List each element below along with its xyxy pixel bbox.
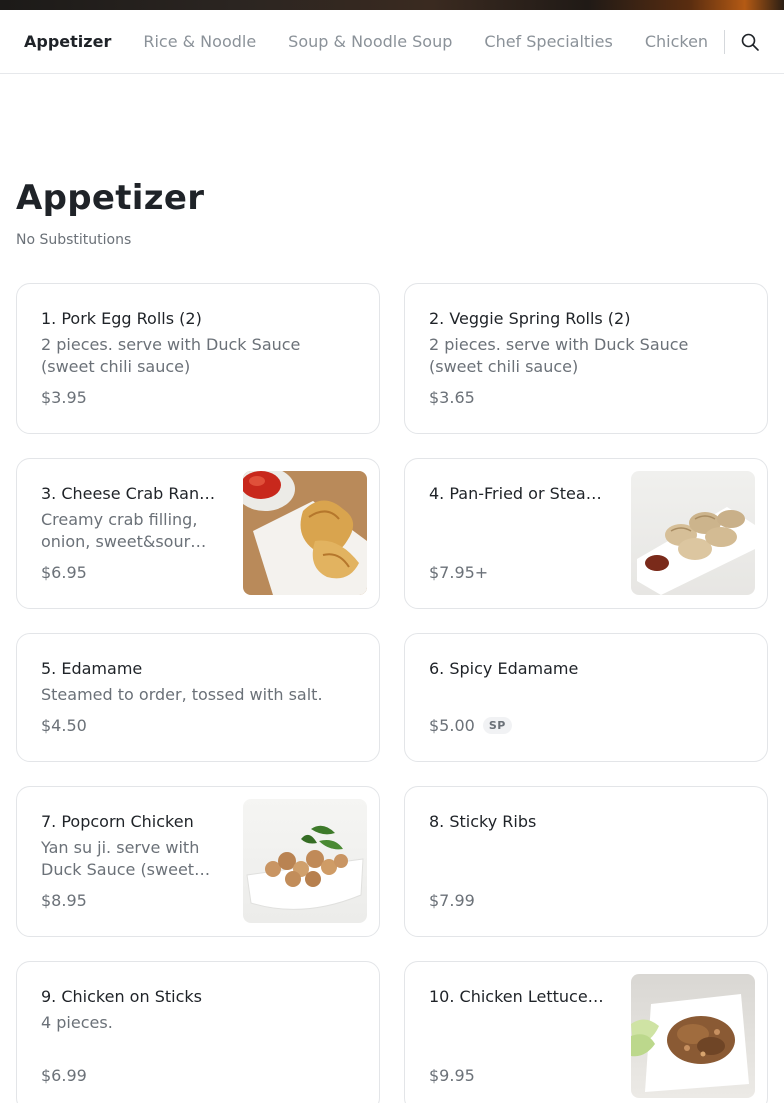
item-name: 5. Edamame [41,659,143,678]
item-name: 4. Pan-Fried or Steamed Dumplings [429,484,607,503]
search-button[interactable] [736,30,764,54]
tab-chicken[interactable]: Chicken [645,10,708,73]
price-row: $4.50 [41,716,87,735]
item-price: $8.95 [41,891,87,910]
item-name: 7. Popcorn Chicken [41,812,194,831]
item-name: 8. Sticky Ribs [429,812,537,831]
menu-item-card[interactable]: 3. Cheese Crab Rangoon Creamy crab filli… [16,458,380,609]
section-subtitle: No Substitutions [16,232,132,248]
item-price: $9.95 [429,1066,475,1085]
price-row: $5.00 SP [429,716,512,735]
item-price: $5.00 [429,716,475,735]
item-description: Yan su ji. serve with Duck Sauce (sweet … [41,838,200,879]
category-nav: Appetizer Rice & Noodle Soup & Noodle So… [0,10,784,74]
menu-items-grid: 1. Pork Egg Rolls (2) 2 pieces. serve wi… [16,283,768,1103]
item-price: $6.99 [41,1066,87,1085]
item-name: 6. Spicy Edamame [429,659,579,678]
menu-item-card[interactable]: 4. Pan-Fried or Steamed Dumplings $7.95+ [404,458,768,609]
price-row: $6.99 [41,1066,87,1085]
menu-item-text: 8. Sticky Ribs [429,811,743,837]
menu-item-card[interactable]: 2. Veggie Spring Rolls (2) 2 pieces. ser… [404,283,768,434]
item-price: $3.65 [429,388,475,407]
menu-item-card[interactable]: 1. Pork Egg Rolls (2) 2 pieces. serve wi… [16,283,380,434]
menu-item-text: 10. Chicken Lettuce Wraps [429,986,607,1012]
dumplings-illustration [637,507,755,595]
fried-wonton-illustration [243,471,367,595]
item-price: $7.95+ [429,563,489,582]
menu-item-card[interactable]: 6. Spicy Edamame $5.00 SP [404,633,768,762]
price-row: $7.99 [429,891,475,910]
item-description: 4 pieces. [41,1013,113,1032]
menu-item-card[interactable]: 8. Sticky Ribs $7.99 [404,786,768,937]
item-name: 2. Veggie Spring Rolls (2) [429,309,631,328]
section-title: Appetizer [16,178,205,218]
menu-item-text: 5. Edamame Steamed to order, tossed with… [41,658,355,706]
menu-item-text: 3. Cheese Crab Rangoon Creamy crab filli… [41,483,219,553]
tab-rice-noodle[interactable]: Rice & Noodle [143,10,256,73]
menu-item-text: 1. Pork Egg Rolls (2) 2 pieces. serve wi… [41,308,355,378]
category-tabs: Appetizer Rice & Noodle Soup & Noodle So… [0,10,740,73]
item-description: Steamed to order, tossed with salt. [41,685,323,704]
menu-item-text: 9. Chicken on Sticks 4 pieces. [41,986,355,1034]
hero-image-strip [0,0,784,10]
menu-item-card[interactable]: 7. Popcorn Chicken Yan su ji. serve with… [16,786,380,937]
menu-item-card[interactable]: 5. Edamame Steamed to order, tossed with… [16,633,380,762]
item-price: $7.99 [429,891,475,910]
lettuce-wraps-illustration [631,994,749,1092]
menu-item-text: 4. Pan-Fried or Steamed Dumplings [429,483,607,509]
tab-soup-noodle-soup[interactable]: Soup & Noodle Soup [288,10,452,73]
lettuce-wraps-photo [631,974,755,1098]
dumplings-photo [631,471,755,595]
item-name: 3. Cheese Crab Rangoon [41,484,219,503]
price-row: $9.95 [429,1066,475,1085]
tab-appetizer[interactable]: Appetizer [24,10,111,73]
fried-wonton-photo [243,471,367,595]
search-icon [741,33,759,51]
price-row: $3.65 [429,388,475,407]
price-row: $6.95 [41,563,87,582]
item-price: $6.95 [41,563,87,582]
tab-chef-specialties[interactable]: Chef Specialties [484,10,612,73]
item-description: 2 pieces. serve with Duck Sauce (sweet c… [41,335,301,376]
popcorn-chicken-photo [243,799,367,923]
price-row: $3.95 [41,388,87,407]
menu-item-text: 6. Spicy Edamame [429,658,743,684]
menu-item-card[interactable]: 9. Chicken on Sticks 4 pieces. $6.99 [16,961,380,1103]
price-row: $8.95 [41,891,87,910]
item-price: $3.95 [41,388,87,407]
spicy-badge: SP [482,717,512,734]
item-description: Creamy crab filling, onion, sweet&sour s… [41,510,198,551]
item-name: 10. Chicken Lettuce Wraps [429,987,607,1006]
item-name: 9. Chicken on Sticks [41,987,202,1006]
item-name: 1. Pork Egg Rolls (2) [41,309,202,328]
menu-item-text: 7. Popcorn Chicken Yan su ji. serve with… [41,811,219,881]
nav-divider [724,30,725,54]
popcorn-chicken-illustration [246,825,364,910]
menu-item-card[interactable]: 10. Chicken Lettuce Wraps $9.95 [404,961,768,1103]
menu-item-text: 2. Veggie Spring Rolls (2) 2 pieces. ser… [429,308,743,378]
item-price: $4.50 [41,716,87,735]
price-row: $7.95+ [429,563,488,582]
item-description: 2 pieces. serve with Duck Sauce (sweet c… [429,335,689,376]
